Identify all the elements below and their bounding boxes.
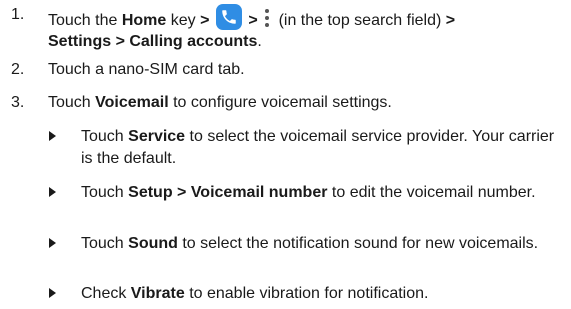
text-run: key (166, 12, 201, 29)
more-options-icon (264, 9, 270, 27)
phone-app-icon (215, 4, 242, 30)
text-run: to select the notification sound for new… (177, 235, 539, 252)
text-run: to configure voicemail settings. (168, 94, 392, 111)
vibrate-label: Vibrate (130, 285, 185, 302)
service-label: Service (128, 128, 186, 145)
bullet-text: Touch Setup > Voicemail number to edit t… (81, 182, 569, 204)
arrow-separator: > (445, 12, 456, 29)
text-run: Touch (81, 235, 129, 252)
triangle-bullet-icon (49, 288, 56, 298)
step-text: Touch Voicemail to configure voicemail s… (48, 92, 568, 113)
text-run: Check (81, 285, 131, 302)
step-text: Touch the Home key > > (in the top searc… (48, 4, 568, 52)
text-run (258, 12, 262, 29)
home-key-label: Home (121, 12, 167, 29)
step-number: 1. (11, 6, 25, 23)
bullet-text: Touch Sound to select the notification s… (81, 233, 569, 255)
text-run (209, 12, 213, 29)
text-run: Touch (48, 94, 96, 111)
triangle-bullet-icon (49, 131, 56, 141)
arrow-separator: > (248, 12, 258, 29)
text-run: Touch the (48, 12, 122, 29)
instruction-document: 1. Touch the Home key > > (in the top se… (0, 0, 571, 309)
text-run: . (257, 33, 262, 50)
text-run: to enable vibration for notification. (184, 285, 429, 302)
step-number: 3. (11, 94, 25, 111)
step-text: Touch a nano-SIM card tab. (48, 61, 245, 78)
triangle-bullet-icon (49, 238, 56, 248)
voicemail-label: Voicemail (95, 94, 169, 111)
step-number: 2. (11, 61, 25, 78)
settings-path: Settings > Calling accounts (48, 33, 258, 50)
triangle-bullet-icon (49, 187, 56, 197)
text-run: Touch (81, 184, 129, 201)
text-run: (in the top search field) (274, 12, 446, 29)
sound-label: Sound (128, 235, 178, 252)
bullet-text: Check Vibrate to enable vibration for no… (81, 283, 569, 305)
text-run: to edit the voicemail number. (327, 184, 536, 201)
text-run: Touch (81, 128, 129, 145)
bullet-text: Touch Service to select the voicemail se… (81, 126, 569, 170)
voicemail-number-label: Setup > Voicemail number (128, 184, 328, 201)
